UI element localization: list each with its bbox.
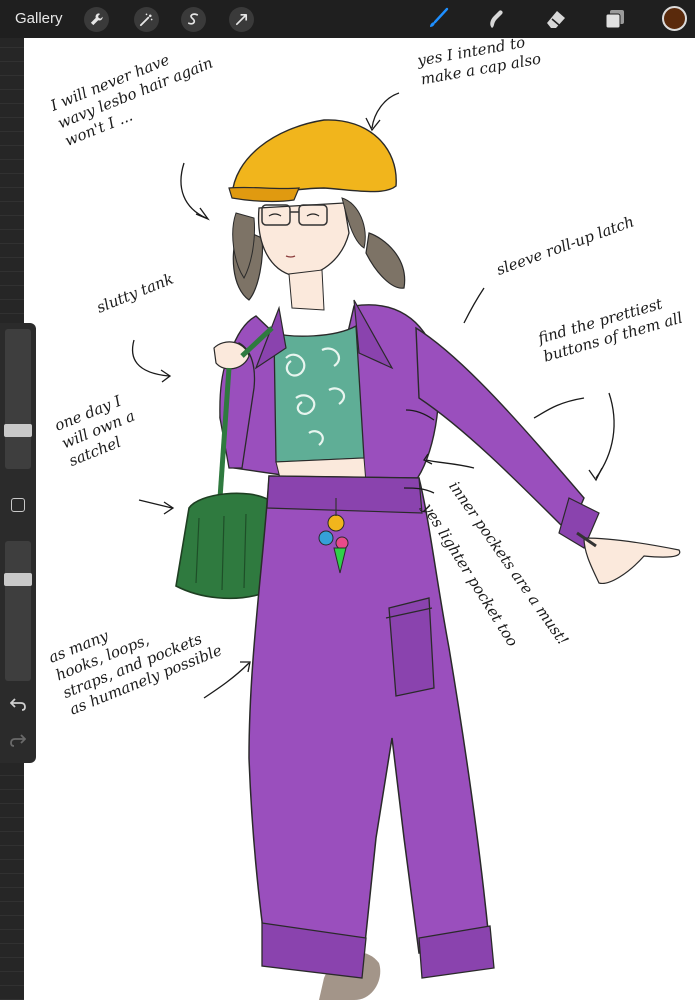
magic-wand-icon[interactable] bbox=[134, 7, 159, 32]
opacity-slider[interactable] bbox=[4, 541, 32, 681]
gallery-button[interactable]: Gallery bbox=[15, 10, 63, 27]
square-icon[interactable] bbox=[11, 498, 25, 512]
eraser-icon[interactable] bbox=[544, 7, 568, 31]
sketch-illustration bbox=[131, 92, 681, 1000]
brush-size-slider[interactable] bbox=[4, 329, 32, 469]
transform-arrow-icon[interactable] bbox=[229, 7, 254, 32]
opacity-thumb[interactable] bbox=[4, 573, 32, 586]
undo-icon[interactable] bbox=[10, 697, 26, 711]
wrench-icon[interactable] bbox=[84, 7, 109, 32]
color-picker-button[interactable] bbox=[662, 6, 687, 31]
redo-icon[interactable] bbox=[10, 733, 26, 747]
selection-s-icon[interactable] bbox=[181, 7, 206, 32]
smudge-icon[interactable] bbox=[484, 7, 508, 31]
layers-icon[interactable] bbox=[603, 7, 627, 31]
brush-icon[interactable] bbox=[426, 7, 450, 31]
brush-size-thumb[interactable] bbox=[4, 424, 32, 437]
brush-sidebar bbox=[0, 323, 36, 763]
top-toolbar: Gallery bbox=[0, 0, 695, 38]
drawing-canvas[interactable]: yes I intend to make a cap also I will n… bbox=[24, 38, 695, 1000]
